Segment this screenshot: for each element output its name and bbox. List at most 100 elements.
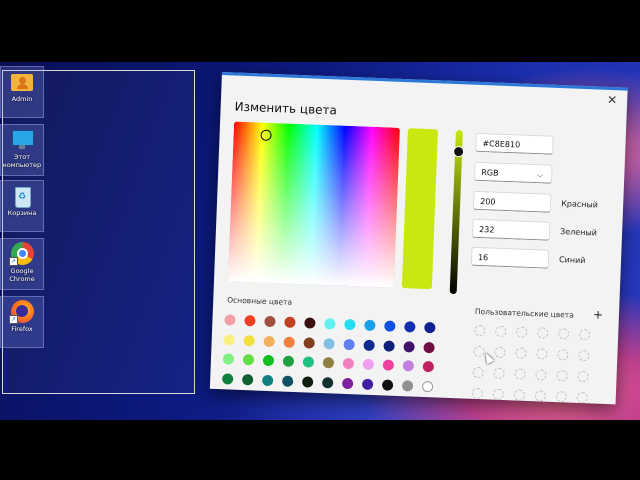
color-mode-select[interactable]: RGB ⌵ bbox=[474, 161, 553, 184]
basic-color-swatch[interactable] bbox=[304, 317, 316, 329]
color-spectrum[interactable] bbox=[227, 121, 400, 288]
custom-color-slot[interactable] bbox=[557, 349, 569, 361]
basic-color-swatch[interactable] bbox=[422, 360, 435, 373]
desktop-icon-this-pc[interactable]: Этот компьютер bbox=[0, 124, 44, 176]
basic-color-swatch[interactable] bbox=[361, 378, 374, 390]
basic-color-swatch[interactable] bbox=[283, 336, 295, 348]
basic-color-swatch[interactable] bbox=[344, 318, 356, 331]
custom-color-slot[interactable] bbox=[513, 389, 526, 401]
basic-color-swatch[interactable] bbox=[282, 355, 295, 367]
basic-color-swatch[interactable] bbox=[322, 357, 335, 369]
basic-color-swatch[interactable] bbox=[223, 333, 235, 346]
custom-color-slot[interactable] bbox=[472, 366, 484, 379]
basic-color-swatch[interactable] bbox=[381, 378, 394, 391]
custom-color-slot[interactable] bbox=[576, 391, 588, 404]
basic-colors-grid bbox=[222, 314, 465, 392]
custom-color-slot[interactable] bbox=[493, 367, 505, 380]
desktop-icon-chrome[interactable]: ↗ Google Chrome bbox=[0, 238, 44, 290]
basic-color-swatch[interactable] bbox=[321, 376, 334, 388]
spectrum-picker-thumb[interactable] bbox=[260, 129, 272, 141]
custom-color-slot[interactable] bbox=[578, 349, 590, 362]
basic-color-swatch[interactable] bbox=[424, 321, 436, 334]
custom-color-slot[interactable] bbox=[471, 387, 484, 400]
red-input[interactable]: 200 bbox=[472, 190, 552, 213]
basic-color-swatch[interactable] bbox=[301, 375, 314, 388]
basic-color-swatch[interactable] bbox=[284, 316, 296, 328]
hex-input[interactable]: #C8E810 bbox=[475, 132, 554, 155]
blue-input[interactable]: 16 bbox=[470, 246, 550, 269]
close-icon[interactable]: ✕ bbox=[603, 92, 622, 109]
custom-color-slot[interactable] bbox=[474, 324, 486, 337]
basic-color-swatch[interactable] bbox=[364, 319, 376, 332]
basic-color-swatch[interactable] bbox=[281, 375, 294, 387]
user-folder-icon bbox=[9, 71, 35, 93]
basic-color-swatch[interactable] bbox=[421, 380, 434, 392]
chevron-down-icon: ⌵ bbox=[537, 170, 544, 180]
value-slider[interactable] bbox=[449, 130, 465, 295]
basic-color-swatch[interactable] bbox=[262, 374, 274, 386]
shortcut-arrow-icon: ↗ bbox=[9, 315, 18, 324]
color-mode-value: RGB bbox=[481, 168, 499, 178]
custom-colors-label: Пользовательские цвета bbox=[474, 306, 574, 320]
basic-color-swatch[interactable] bbox=[243, 334, 255, 346]
basic-color-swatch[interactable] bbox=[384, 320, 396, 332]
value-slider-thumb[interactable] bbox=[452, 145, 465, 158]
shortcut-arrow-icon: ↗ bbox=[9, 257, 18, 266]
custom-color-slot[interactable] bbox=[556, 370, 568, 382]
custom-color-slot[interactable] bbox=[516, 326, 528, 338]
basic-color-swatch[interactable] bbox=[264, 315, 276, 328]
basic-color-swatch[interactable] bbox=[244, 315, 256, 327]
basic-color-swatch[interactable] bbox=[324, 318, 336, 330]
custom-color-slot[interactable] bbox=[535, 369, 547, 381]
basic-color-swatch[interactable] bbox=[302, 356, 315, 368]
custom-color-slot[interactable] bbox=[494, 346, 506, 359]
custom-color-slot[interactable] bbox=[536, 348, 548, 360]
desktop-icon-label: Google Chrome bbox=[9, 267, 35, 283]
desktop-icon-recycle-bin[interactable]: ♻ Корзина bbox=[0, 180, 44, 232]
custom-color-slot[interactable] bbox=[495, 325, 507, 338]
custom-colors-grid bbox=[471, 324, 604, 404]
custom-color-slot[interactable] bbox=[534, 390, 547, 402]
basic-color-swatch[interactable] bbox=[222, 372, 234, 385]
green-input[interactable]: 232 bbox=[471, 218, 551, 241]
custom-color-slot[interactable] bbox=[537, 327, 549, 339]
color-preview bbox=[401, 128, 438, 290]
basic-color-swatch[interactable] bbox=[363, 339, 375, 351]
dialog-title: Изменить цвета bbox=[234, 99, 338, 118]
custom-color-slot[interactable] bbox=[492, 388, 505, 401]
basic-color-swatch[interactable] bbox=[341, 377, 354, 389]
custom-color-slot[interactable] bbox=[578, 328, 591, 341]
basic-color-swatch[interactable] bbox=[263, 335, 275, 347]
custom-color-slot[interactable] bbox=[514, 368, 526, 380]
basic-colors-label: Основные цвета bbox=[227, 295, 293, 307]
basic-color-swatch[interactable] bbox=[303, 336, 315, 349]
basic-color-swatch[interactable] bbox=[401, 379, 414, 392]
basic-color-swatch[interactable] bbox=[242, 373, 254, 385]
basic-color-swatch[interactable] bbox=[382, 359, 395, 371]
basic-color-swatch[interactable] bbox=[343, 338, 355, 350]
custom-color-slot[interactable] bbox=[515, 347, 527, 359]
basic-color-swatch[interactable] bbox=[362, 358, 375, 371]
basic-color-swatch[interactable] bbox=[262, 354, 275, 367]
custom-color-slot[interactable] bbox=[557, 328, 570, 340]
add-custom-color-button[interactable]: + bbox=[593, 307, 604, 321]
custom-color-slot[interactable] bbox=[577, 370, 589, 383]
basic-color-swatch[interactable] bbox=[224, 314, 236, 326]
desktop-icon-firefox[interactable]: ↗ Firefox bbox=[0, 296, 44, 348]
basic-color-swatch[interactable] bbox=[403, 340, 415, 353]
basic-color-swatch[interactable] bbox=[342, 357, 355, 370]
chrome-icon: ↗ bbox=[9, 242, 35, 266]
basic-color-swatch[interactable] bbox=[242, 354, 255, 366]
basic-color-swatch[interactable] bbox=[383, 339, 395, 352]
basic-color-swatch[interactable] bbox=[323, 337, 335, 350]
desktop-icon-label: Корзина bbox=[7, 209, 37, 217]
blue-label: Синий bbox=[558, 255, 586, 266]
basic-color-swatch[interactable] bbox=[222, 353, 235, 365]
edit-colors-dialog: ✕ Изменить цвета #C8E810 RGB ⌵ 200 Красн… bbox=[209, 72, 628, 405]
firefox-icon: ↗ bbox=[9, 300, 35, 324]
desktop-icon-admin[interactable]: Admin bbox=[0, 66, 44, 118]
basic-color-swatch[interactable] bbox=[423, 341, 435, 353]
basic-color-swatch[interactable] bbox=[402, 360, 415, 372]
custom-color-slot[interactable] bbox=[555, 391, 567, 403]
basic-color-swatch[interactable] bbox=[404, 321, 416, 333]
